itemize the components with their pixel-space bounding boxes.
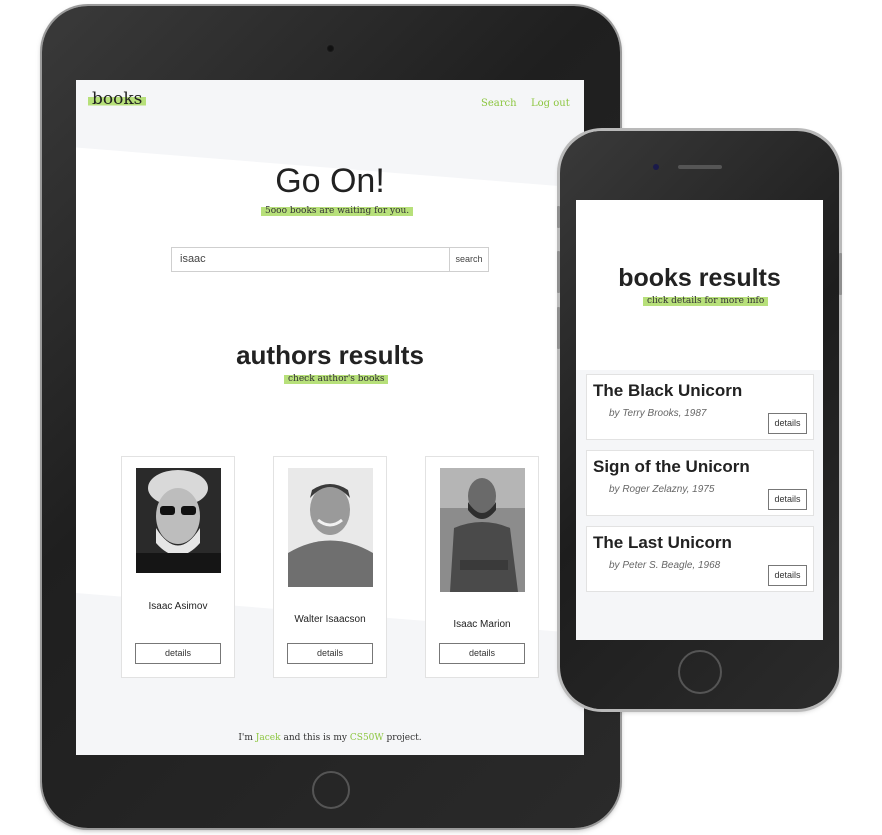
phone-home-button[interactable] xyxy=(678,650,722,694)
author-details-button[interactable]: details xyxy=(439,643,525,664)
footer-middle: and this is my xyxy=(283,733,348,743)
books-results-subtitle: click details for more info xyxy=(643,297,769,306)
author-card: Isaac Marion details xyxy=(425,456,539,678)
book-meta: by Roger Zelazny, 1975 xyxy=(609,484,715,495)
book-meta: by Terry Brooks, 1987 xyxy=(609,408,707,419)
tablet-screen: books Search Log out Go On! 5ooo books a… xyxy=(76,80,584,755)
hero-subtitle: 5ooo books are waiting for you. xyxy=(261,207,414,216)
book-title: Sign of the Unicorn xyxy=(593,457,750,476)
phone-camera xyxy=(653,164,659,170)
hero-title: Go On! xyxy=(275,162,385,200)
footer-project-link[interactable]: CS50W xyxy=(350,733,384,743)
author-details-button[interactable]: details xyxy=(135,643,221,664)
book-details-button[interactable]: details xyxy=(768,489,807,510)
phone-power-button xyxy=(839,253,842,295)
author-card: Isaac Asimov details xyxy=(121,456,235,678)
nav-search-link[interactable]: Search xyxy=(481,98,517,109)
author-photo xyxy=(288,468,373,587)
books-results-title: books results xyxy=(618,264,781,292)
book-title: The Last Unicorn xyxy=(593,533,732,552)
author-photo xyxy=(136,468,221,573)
phone-device: books results click details for more inf… xyxy=(557,131,842,709)
tablet-home-button[interactable] xyxy=(312,771,350,809)
book-card: The Black Unicorn by Terry Brooks, 1987 … xyxy=(586,374,814,440)
author-name: Isaac Asimov xyxy=(148,601,208,612)
nav-logout-link[interactable]: Log out xyxy=(531,98,570,109)
authors-results-subtitle: check author's books xyxy=(284,375,389,384)
book-title: The Black Unicorn xyxy=(593,381,743,400)
book-card: The Last Unicorn by Peter S. Beagle, 196… xyxy=(586,526,814,592)
phone-screen: books results click details for more inf… xyxy=(576,200,823,640)
page-footer: I'm Jacek and this is my CS50W project. xyxy=(76,733,584,743)
footer-suffix: project. xyxy=(386,733,422,743)
author-portrait-image xyxy=(440,468,525,592)
phone-mute-switch xyxy=(557,206,560,228)
search-input[interactable] xyxy=(172,248,450,271)
tablet-camera xyxy=(326,44,335,53)
author-portrait-image xyxy=(136,468,221,573)
footer-prefix: I'm xyxy=(238,733,253,743)
tablet-device: books Search Log out Go On! 5ooo books a… xyxy=(42,6,620,828)
author-card: Walter Isaacson details xyxy=(273,456,387,678)
book-card: Sign of the Unicorn by Roger Zelazny, 19… xyxy=(586,450,814,516)
footer-author-link[interactable]: Jacek xyxy=(256,733,281,743)
author-portrait-image xyxy=(288,468,373,587)
author-photo xyxy=(440,468,525,592)
authors-results-title: authors results xyxy=(236,340,424,370)
phone-speaker xyxy=(678,165,722,169)
book-meta: by Peter S. Beagle, 1968 xyxy=(609,560,721,571)
search-button[interactable]: search xyxy=(449,248,488,271)
search-form: search xyxy=(171,247,489,272)
author-name: Isaac Marion xyxy=(453,619,511,630)
author-name: Walter Isaacson xyxy=(294,614,366,625)
brand-logo[interactable]: books xyxy=(88,91,147,108)
phone-volume-up-button xyxy=(557,251,560,293)
book-details-button[interactable]: details xyxy=(768,565,807,586)
phone-volume-down-button xyxy=(557,307,560,349)
author-details-button[interactable]: details xyxy=(287,643,373,664)
book-details-button[interactable]: details xyxy=(768,413,807,434)
